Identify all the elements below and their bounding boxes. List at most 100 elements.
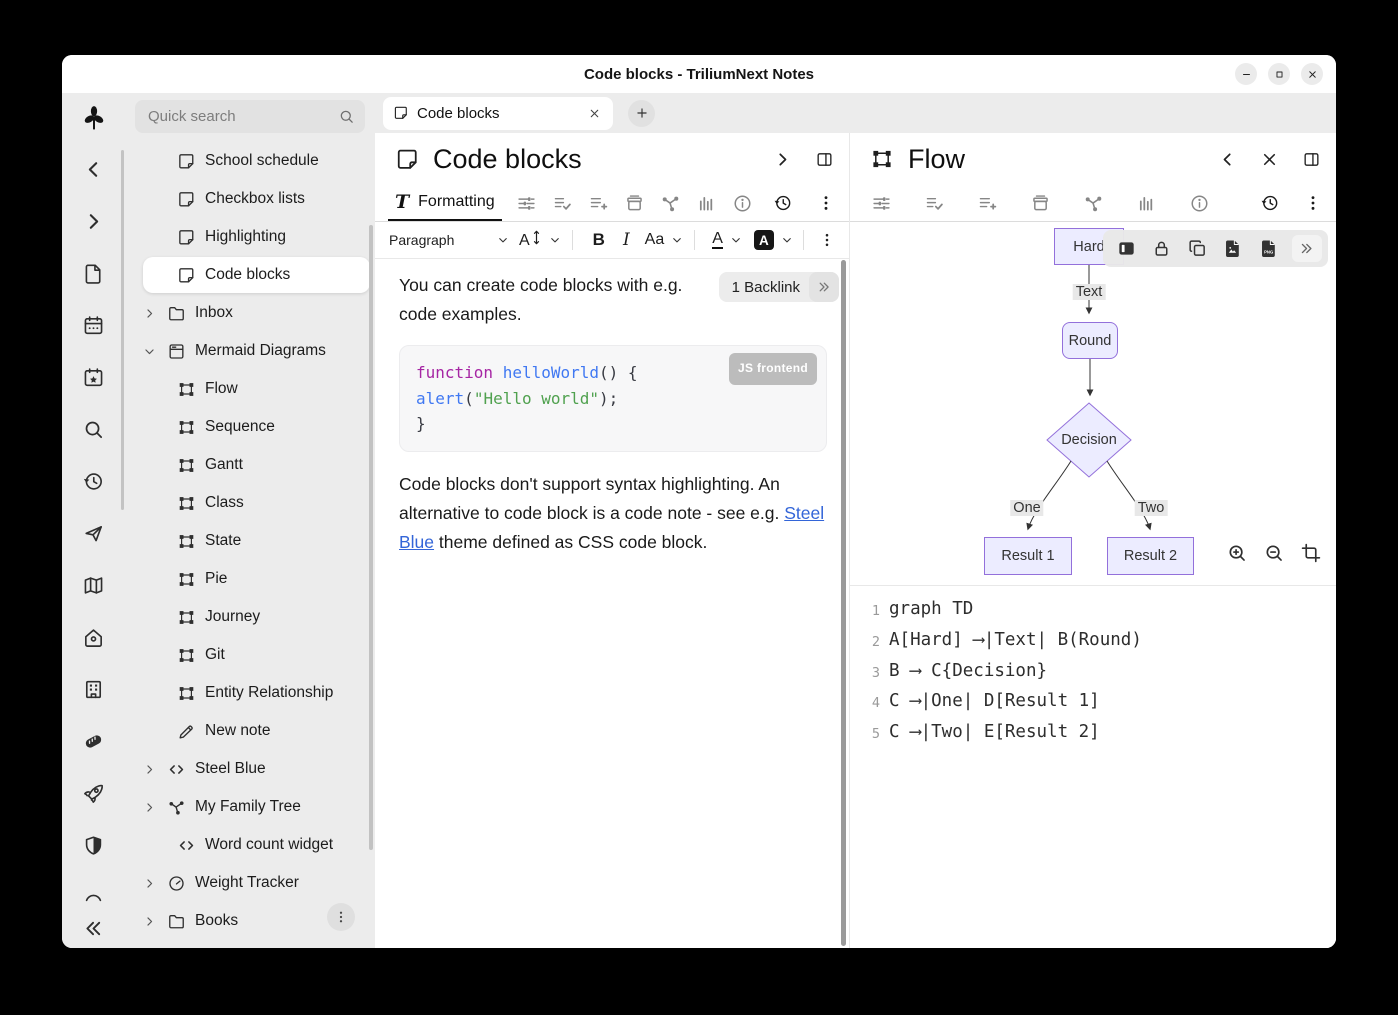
chevron-right-icon[interactable] [143, 762, 167, 776]
tree-item-my-family-tree[interactable]: My Family Tree [125, 788, 375, 826]
reset-zoom-button[interactable] [1299, 541, 1322, 564]
collapse-toolbar-button[interactable] [1292, 235, 1322, 262]
zoom-out-button[interactable] [1262, 541, 1285, 564]
recent-changes-button[interactable] [82, 469, 106, 493]
export-svg-button[interactable] [1221, 237, 1245, 261]
note-content[interactable]: You can create code blocks with e.g. cod… [375, 259, 849, 557]
tree-item-new-note[interactable]: New note [125, 712, 375, 750]
collapse-launcher-button[interactable] [82, 916, 106, 940]
lock-editing-button[interactable] [1150, 237, 1174, 261]
close-button[interactable] [1301, 63, 1323, 85]
close-tab-button[interactable] [585, 104, 603, 122]
jump-to-note-button[interactable] [82, 521, 106, 545]
minimize-button[interactable] [1235, 63, 1257, 85]
note-map-tab[interactable] [660, 192, 682, 214]
tree-item-word-count-widget[interactable]: Word count widget [125, 826, 375, 864]
tree-item-git[interactable]: Git [125, 636, 375, 674]
map-button[interactable] [82, 573, 106, 597]
basic-properties-tab[interactable] [516, 192, 538, 214]
shield-button[interactable] [82, 833, 106, 857]
tree-item-entity-relationship[interactable]: Entity Relationship [125, 674, 375, 712]
toggle-split-button[interactable] [1300, 148, 1322, 170]
tab-formatting[interactable]: T Formatting [388, 185, 502, 221]
tree-item-pie[interactable]: Pie [125, 560, 375, 598]
go-forward-button[interactable] [82, 209, 106, 233]
center-scrollbar[interactable] [841, 260, 846, 946]
paragraph-style-dropdown[interactable]: Paragraph [389, 232, 509, 248]
home-button[interactable] [82, 625, 106, 649]
tab-code-blocks[interactable]: Code blocks [383, 97, 613, 130]
chevron-right-icon[interactable] [143, 306, 167, 320]
source-line[interactable]: 2A[Hard] ⟶|Text| B(Round) [864, 626, 1336, 657]
tree-item-highlighting[interactable]: Highlighting [125, 218, 375, 256]
calendar-button[interactable] [82, 313, 106, 337]
tree-item-weight-tracker[interactable]: Weight Tracker [125, 864, 375, 902]
chevron-right-icon[interactable] [143, 914, 167, 928]
note-info-tab[interactable] [1188, 192, 1210, 214]
maximize-button[interactable] [1268, 63, 1290, 85]
background-color-dropdown[interactable]: A [742, 230, 793, 250]
more-options-button[interactable] [815, 192, 837, 214]
toggle-split-button[interactable] [813, 148, 835, 170]
tree-item-checkbox-lists[interactable]: Checkbox lists [125, 180, 375, 218]
tree-item-flow[interactable]: Flow [125, 370, 375, 408]
chevrons-right-icon[interactable] [809, 272, 839, 302]
zoom-in-button[interactable] [1225, 541, 1248, 564]
new-tab-button[interactable] [628, 100, 655, 127]
launcher-scrollbar[interactable] [121, 150, 124, 510]
basic-properties-tab[interactable] [870, 192, 892, 214]
today-button[interactable] [82, 365, 106, 389]
export-png-button[interactable] [1256, 237, 1280, 261]
note-title[interactable]: Flow [908, 144, 965, 175]
close-split-button[interactable] [1258, 148, 1280, 170]
mermaid-source-editor[interactable]: 1graph TD2A[Hard] ⟶|Text| B(Round)3B ⟶ C… [850, 586, 1336, 749]
tree-item-steel-blue[interactable]: Steel Blue [125, 750, 375, 788]
code-block[interactable]: JS frontend function helloWorld() { aler… [399, 345, 827, 452]
toggle-layout-button[interactable] [1114, 237, 1138, 261]
revisions-button[interactable] [1259, 192, 1281, 214]
owned-attributes-tab[interactable] [552, 192, 574, 214]
inherited-attributes-tab[interactable] [976, 192, 998, 214]
scrolled-item-icon[interactable] [82, 885, 106, 909]
paragraph[interactable]: Code blocks don't support syntax highlig… [399, 470, 827, 557]
tree-more-button[interactable] [327, 903, 355, 931]
chevron-down-icon[interactable] [143, 344, 167, 358]
text-case-dropdown[interactable]: Aa [639, 231, 684, 249]
tree-scrollbar[interactable] [369, 225, 373, 850]
tree-item-state[interactable]: State [125, 522, 375, 560]
move-left-button[interactable] [1216, 148, 1238, 170]
toolbar-more-button[interactable] [817, 230, 837, 250]
source-line[interactable]: 4C ⟶|One| D[Result 1] [864, 687, 1336, 718]
tree-item-sequence[interactable]: Sequence [125, 408, 375, 446]
tree-item-gantt[interactable]: Gantt [125, 446, 375, 484]
window-titlebar[interactable]: Code blocks - TriliumNext Notes [62, 55, 1336, 93]
inherited-attributes-tab[interactable] [588, 192, 610, 214]
tree-item-class[interactable]: Class [125, 484, 375, 522]
copy-image-button[interactable] [1185, 237, 1209, 261]
note-title[interactable]: Code blocks [433, 144, 582, 175]
revisions-button[interactable] [772, 192, 794, 214]
chevron-right-icon[interactable] [143, 876, 167, 890]
italic-button[interactable]: I [614, 230, 639, 250]
chevron-right-icon[interactable] [143, 800, 167, 814]
source-line[interactable]: 5C ⟶|Two| E[Result 2] [864, 718, 1336, 749]
rocket-button[interactable] [82, 781, 106, 805]
bold-button[interactable]: B [584, 230, 614, 250]
bread-button[interactable] [82, 729, 106, 753]
tree-item-school-schedule[interactable]: School schedule [125, 142, 375, 180]
owned-attributes-tab[interactable] [923, 192, 945, 214]
backlink-chip[interactable]: 1 Backlink [719, 272, 839, 302]
similar-notes-tab[interactable] [1135, 192, 1157, 214]
tree-item-code-blocks[interactable]: Code blocks [125, 256, 375, 294]
note-paths-tab[interactable] [1029, 192, 1051, 214]
tree-item-statistics[interactable]: Statistics [125, 940, 375, 948]
source-line[interactable]: 1graph TD [864, 595, 1336, 626]
office-button[interactable] [82, 677, 106, 701]
source-line[interactable]: 3B ⟶ C{Decision} [864, 657, 1336, 688]
go-back-button[interactable] [82, 157, 106, 181]
tree-item-mermaid-diagrams[interactable]: Mermaid Diagrams [125, 332, 375, 370]
tree-item-inbox[interactable]: Inbox [125, 294, 375, 332]
search-button[interactable] [82, 417, 106, 441]
similar-notes-tab[interactable] [696, 192, 718, 214]
mermaid-diagram[interactable]: HardRoundDecisionResult 1Result 2TextOne… [850, 222, 1336, 586]
